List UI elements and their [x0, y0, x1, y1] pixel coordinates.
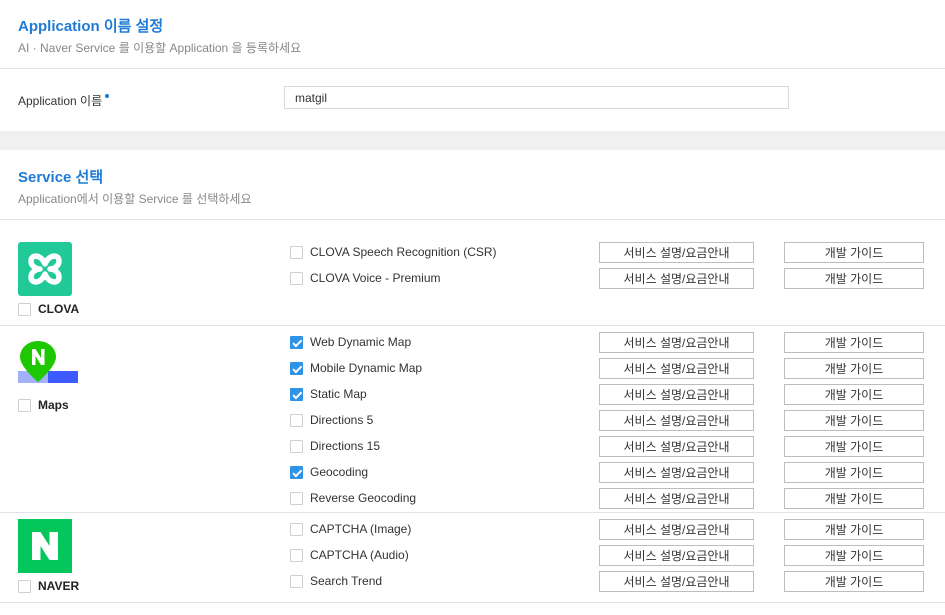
section-separator [0, 131, 945, 150]
maps-logo-icon [18, 337, 78, 393]
service-label: CLOVA Voice - Premium [310, 271, 441, 285]
service-desc-button[interactable]: 서비스 설명/요금안내 [599, 384, 754, 405]
clova-logo-icon [18, 242, 72, 296]
service-label: Geocoding [310, 465, 369, 479]
app-name-input[interactable] [284, 86, 789, 109]
service-desc-button[interactable]: 서비스 설명/요금안내 [599, 436, 754, 457]
group-naver[interactable]: NAVER [18, 579, 79, 593]
app-section-subtitle: AI · Naver Service 를 이용할 Application 을 등… [18, 41, 302, 55]
service-checkbox[interactable] [290, 361, 303, 375]
service-checkbox[interactable] [290, 271, 303, 285]
divider [0, 219, 945, 220]
naver-logo-icon [18, 519, 72, 573]
group-maps-checkbox[interactable] [18, 398, 31, 412]
group-clova-checkbox[interactable] [18, 302, 31, 316]
service-section-title: Service 선택 [18, 169, 104, 186]
dev-guide-button[interactable]: 개발 가이드 [784, 268, 924, 289]
service-checkbox[interactable] [290, 548, 303, 562]
divider [0, 68, 945, 69]
divider [0, 325, 945, 326]
required-dot-icon [105, 94, 110, 98]
service-checkbox[interactable] [290, 439, 303, 453]
service-row[interactable]: Static Map [290, 387, 367, 401]
service-desc-button[interactable]: 서비스 설명/요금안내 [599, 519, 754, 540]
divider [0, 602, 945, 603]
service-checkbox[interactable] [290, 245, 303, 259]
service-row[interactable]: Directions 15 [290, 439, 380, 453]
service-label: Directions 15 [310, 439, 381, 453]
dev-guide-button[interactable]: 개발 가이드 [784, 384, 924, 405]
service-label: CLOVA Speech Recognition (CSR) [310, 245, 497, 259]
group-naver-checkbox[interactable] [18, 579, 31, 593]
app-name-label-text: Application 이름 [18, 94, 103, 108]
service-row[interactable]: Search Trend [290, 574, 382, 588]
dev-guide-button[interactable]: 개발 가이드 [784, 519, 924, 540]
dev-guide-button[interactable]: 개발 가이드 [784, 332, 924, 353]
service-row[interactable]: CAPTCHA (Audio) [290, 548, 409, 562]
service-desc-button[interactable]: 서비스 설명/요금안내 [599, 545, 754, 566]
service-row[interactable]: Reverse Geocoding [290, 491, 416, 505]
service-checkbox[interactable] [290, 574, 303, 588]
service-desc-button[interactable]: 서비스 설명/요금안내 [599, 358, 754, 379]
service-row[interactable]: CLOVA Speech Recognition (CSR) [290, 245, 497, 259]
service-desc-button[interactable]: 서비스 설명/요금안내 [599, 332, 754, 353]
dev-guide-button[interactable]: 개발 가이드 [784, 488, 924, 509]
service-label: Static Map [310, 387, 367, 401]
group-maps[interactable]: Maps [18, 398, 69, 412]
service-label: Reverse Geocoding [310, 491, 417, 505]
dev-guide-button[interactable]: 개발 가이드 [784, 436, 924, 457]
service-label: Web Dynamic Map [310, 335, 412, 349]
group-clova[interactable]: CLOVA [18, 302, 79, 316]
dev-guide-button[interactable]: 개발 가이드 [784, 358, 924, 379]
service-row[interactable]: Mobile Dynamic Map [290, 361, 422, 375]
service-desc-button[interactable]: 서비스 설명/요금안내 [599, 268, 754, 289]
service-checkbox[interactable] [290, 387, 303, 401]
service-desc-button[interactable]: 서비스 설명/요금안내 [599, 488, 754, 509]
service-checkbox[interactable] [290, 413, 303, 427]
service-row[interactable]: Geocoding [290, 465, 368, 479]
dev-guide-button[interactable]: 개발 가이드 [784, 410, 924, 431]
divider [0, 512, 945, 513]
service-section-subtitle: Application에서 이용할 Service 를 선택하세요 [18, 192, 252, 206]
service-row[interactable]: Web Dynamic Map [290, 335, 411, 349]
group-clova-label: CLOVA [38, 302, 80, 316]
service-row[interactable]: CAPTCHA (Image) [290, 522, 411, 536]
group-maps-label: Maps [38, 398, 69, 412]
service-row[interactable]: Directions 5 [290, 413, 373, 427]
service-desc-button[interactable]: 서비스 설명/요금안내 [599, 410, 754, 431]
service-row[interactable]: CLOVA Voice - Premium [290, 271, 441, 285]
service-checkbox[interactable] [290, 465, 303, 479]
dev-guide-button[interactable]: 개발 가이드 [784, 242, 924, 263]
service-label: Mobile Dynamic Map [310, 361, 423, 375]
service-checkbox[interactable] [290, 491, 303, 505]
dev-guide-button[interactable]: 개발 가이드 [784, 545, 924, 566]
service-label: CAPTCHA (Image) [310, 522, 412, 536]
service-checkbox[interactable] [290, 335, 303, 349]
dev-guide-button[interactable]: 개발 가이드 [784, 462, 924, 483]
service-checkbox[interactable] [290, 522, 303, 536]
service-desc-button[interactable]: 서비스 설명/요금안내 [599, 242, 754, 263]
service-desc-button[interactable]: 서비스 설명/요금안내 [599, 571, 754, 592]
service-desc-button[interactable]: 서비스 설명/요금안내 [599, 462, 754, 483]
app-name-label: Application 이름 [18, 92, 110, 109]
app-section-title: Application 이름 설정 [18, 18, 164, 35]
group-naver-label: NAVER [38, 579, 80, 593]
service-label: CAPTCHA (Audio) [310, 548, 409, 562]
service-label: Directions 5 [310, 413, 374, 427]
service-label: Search Trend [310, 574, 383, 588]
dev-guide-button[interactable]: 개발 가이드 [784, 571, 924, 592]
